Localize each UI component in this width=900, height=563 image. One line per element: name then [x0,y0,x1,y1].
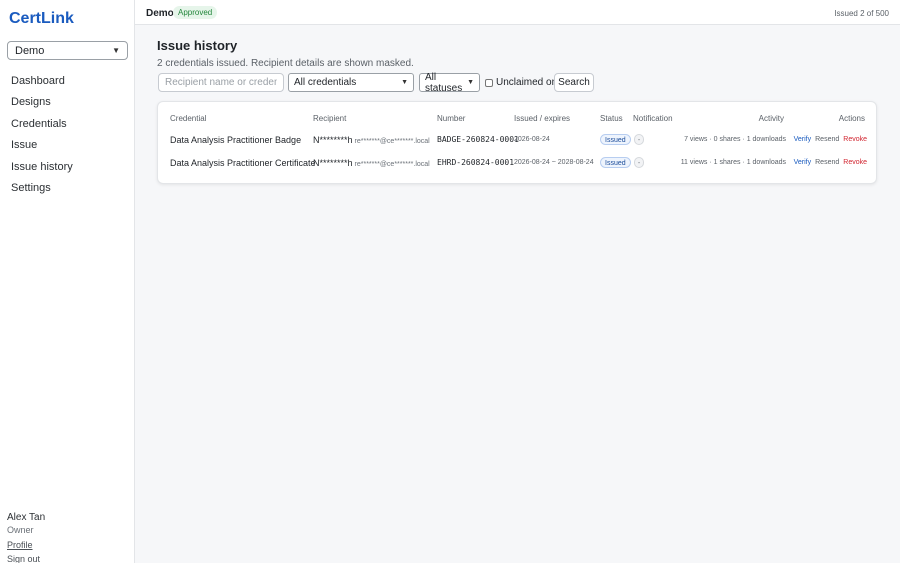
activity-stats: 7 views · 0 shares · 1 downloads [684,136,786,143]
credential-number: EHRD-260824-0001 [437,158,515,167]
issue-history-table: Credential Recipient Number Issued / exp… [157,101,877,184]
resend-link[interactable]: Resend [815,136,839,143]
table-row: Data Analysis Practitioner Badge N******… [158,129,878,151]
issued-count: Issued 2 of 500 [834,9,889,18]
org-selector[interactable]: Demo ▼ [7,41,128,60]
main-content: Issue history 2 credentials issued. Reci… [157,38,877,184]
table-row: Data Analysis Practitioner Certificate N… [158,152,878,174]
revoke-link[interactable]: Revoke [843,159,867,166]
column-header-status: Status [600,114,623,123]
sidebar-item-issue-history[interactable]: Issue history [0,157,134,178]
column-header-notification: Notification [633,114,673,123]
row-actions: Verify Resend Revoke [794,129,867,151]
status-badge: Issued [600,157,631,168]
user-name: Alex Tan [7,512,46,523]
recipient-name: N********h [313,135,353,145]
topbar: Demo Approved Issued 2 of 500 [135,0,900,25]
profile-link[interactable]: Profile [7,540,45,550]
page-subtitle: 2 credentials issued. Recipient details … [157,58,414,69]
recipient-name: N********h [313,158,353,168]
user-block: Alex Tan Owner Profile Sign out [7,512,45,563]
sidebar-item-issue[interactable]: Issue [0,135,134,156]
unclaimed-only-toggle[interactable]: Unclaimed only [485,73,564,92]
sidebar-item-designs[interactable]: Designs [0,92,134,113]
column-header-issued-expires: Issued / expires [514,114,571,123]
chevron-down-icon: ▼ [467,79,474,86]
verify-link[interactable]: Verify [794,159,812,166]
credential-name: Data Analysis Practitioner Certificate [170,158,316,168]
search-button[interactable]: Search [554,73,594,92]
sidebar-nav: Dashboard Designs Credentials Issue Issu… [0,71,134,199]
chevron-down-icon: ▼ [112,46,120,55]
resend-link[interactable]: Resend [815,159,839,166]
column-header-actions: Actions [838,114,865,123]
sidebar-item-credentials[interactable]: Credentials [0,114,134,135]
unclaimed-only-checkbox[interactable] [485,78,493,87]
revoke-link[interactable]: Revoke [843,136,867,143]
column-header-recipient: Recipient [313,114,347,123]
status-badge: Issued [600,134,631,145]
recipient: N********h re*******@ce*******.local [313,129,430,151]
row-actions: Verify Resend Revoke [794,152,867,174]
org-name: Demo [146,8,174,19]
notification-badge: - [634,157,644,168]
credential-filter-select[interactable]: All credentials ▼ [288,73,414,92]
sidebar: CertLink Demo ▼ Dashboard Designs Creden… [0,0,135,563]
sidebar-item-settings[interactable]: Settings [0,178,134,199]
recipient: N********h re*******@ce*******.local [313,152,430,174]
sidebar-item-dashboard[interactable]: Dashboard [0,71,134,92]
chevron-down-icon: ▼ [401,79,408,86]
issued-dates: 2026-08-24 ~ 2028-08-24 [514,159,594,166]
notification-badge: - [634,134,644,145]
recipient-email: re*******@ce*******.local [354,161,430,168]
credential-number: BADGE-260824-0001 [437,135,519,144]
user-role: Owner [7,525,34,535]
issued-dates: 2026-08-24 [514,136,550,143]
column-header-credential: Credential [170,114,207,123]
approval-status-badge: Approved [173,6,218,19]
search-input[interactable] [158,73,284,92]
filter-bar: All credentials ▼ All statuses ▼ Unclaim… [157,71,877,94]
credential-filter-value: All credentials [294,77,357,88]
status-filter-value: All statuses [425,71,463,94]
page-title: Issue history [157,38,238,53]
credential-name: Data Analysis Practitioner Badge [170,135,302,145]
verify-link[interactable]: Verify [794,136,812,143]
brand-logo[interactable]: CertLink [9,10,74,28]
column-header-number: Number [437,114,466,123]
sign-out-link[interactable]: Sign out [7,554,45,563]
status-filter-select[interactable]: All statuses ▼ [419,71,480,94]
column-header-activity: Activity [758,114,784,123]
org-selector-value: Demo [15,44,45,57]
recipient-email: re*******@ce*******.local [354,138,430,145]
activity-stats: 11 views · 1 shares · 1 downloads [680,159,786,166]
